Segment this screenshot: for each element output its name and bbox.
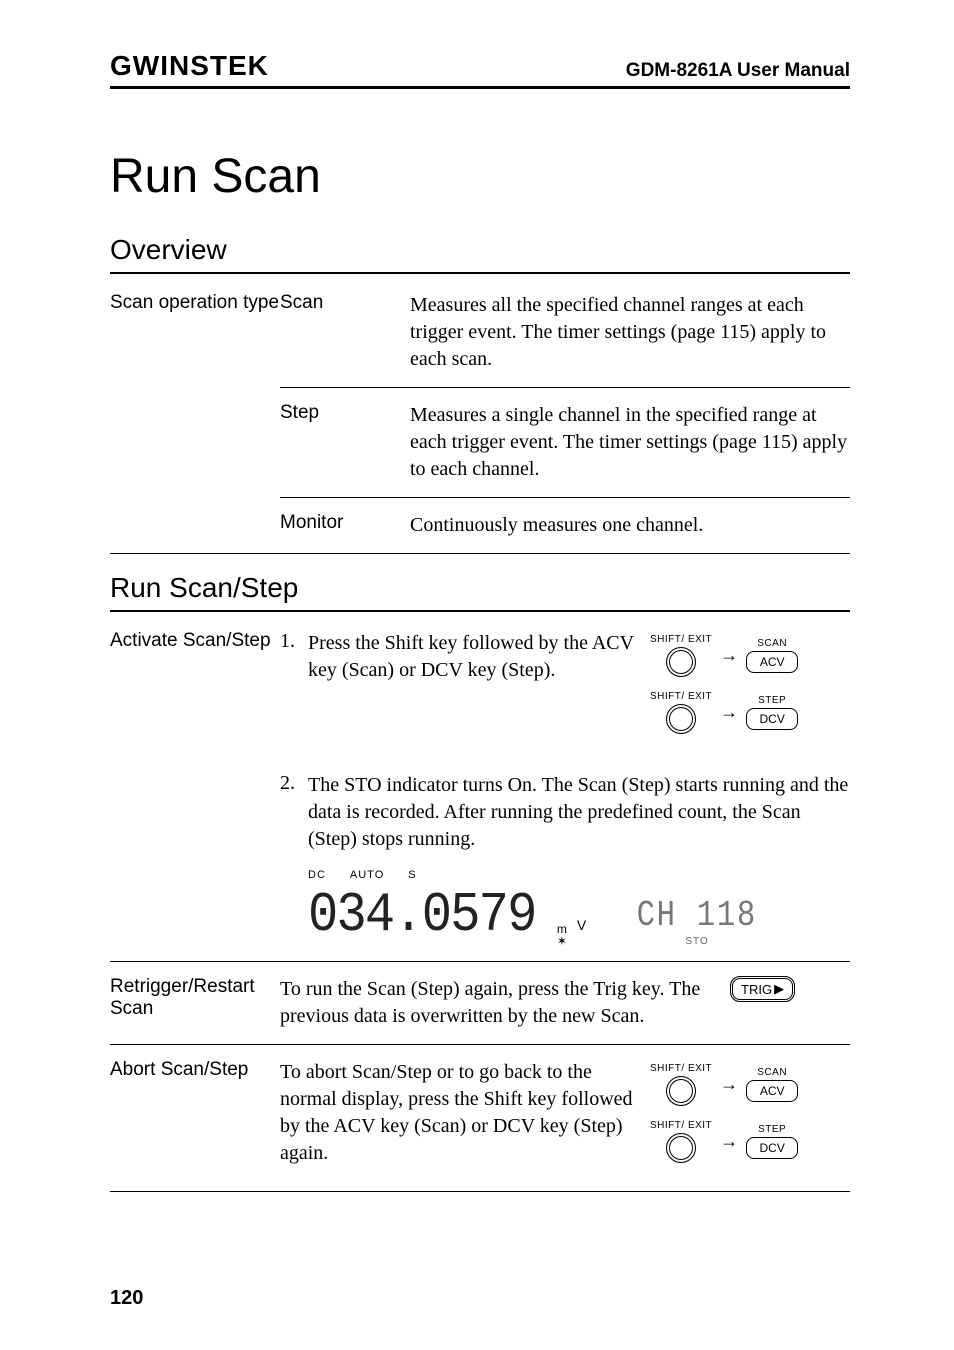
shift-label-2: SHIFT/ EXIT [650, 691, 712, 702]
arrow-icon-4: → [720, 1131, 738, 1152]
lcd-unit-v: V [577, 917, 586, 933]
trig-label: TRIG [741, 982, 772, 997]
page-title: Run Scan [110, 149, 850, 204]
acv-button-icon: ACV [746, 651, 798, 673]
lcd-auto-indicator: AUTO [350, 869, 384, 881]
play-icon: ▶ [774, 981, 784, 997]
step1-number: 1. [280, 630, 308, 653]
overview-heading: Overview [110, 234, 850, 274]
abort-text: To abort Scan/Step or to go back to the … [280, 1059, 650, 1167]
lcd-sto-indicator: STO [685, 936, 708, 947]
arrow-icon: → [720, 645, 738, 666]
shift-button-icon-3 [666, 1076, 696, 1106]
arrow-icon-3: → [720, 1074, 738, 1095]
step-desc: Measures a single channel in the specifi… [410, 402, 850, 483]
shift-label-1: SHIFT/ EXIT [650, 634, 712, 645]
scan-op-type-label: Scan operation type [110, 292, 280, 314]
lcd-dc-indicator: DC [308, 869, 326, 881]
step2-number: 2. [280, 772, 308, 795]
retrigger-label: Retrigger/Restart Scan [110, 976, 280, 1020]
step2-text: The STO indicator turns On. The Scan (St… [308, 772, 850, 853]
lcd-secondary-reading: CH 118 [637, 895, 757, 936]
step-label-1: STEP [758, 695, 786, 706]
step-label-2: STEP [758, 1124, 786, 1135]
runscan-heading: Run Scan/Step [110, 572, 850, 612]
acv-button-icon-2: ACV [746, 1080, 798, 1102]
shift-button-icon-2 [666, 704, 696, 734]
scan-desc: Measures all the specified channel range… [410, 292, 850, 373]
lcd-s-indicator: S [408, 869, 416, 881]
shift-label-4: SHIFT/ EXIT [650, 1120, 712, 1131]
scan-label-1: SCAN [757, 638, 787, 649]
lcd-display: DC AUTO S 034.0579 m ✶ V CH 118 [280, 865, 850, 947]
activate-label: Activate Scan/Step [110, 630, 280, 652]
brand-logo: GWINSTEK [110, 50, 269, 82]
page-number: 120 [110, 1287, 143, 1310]
lcd-star-icon: ✶ [557, 935, 567, 947]
arrow-icon-2: → [720, 702, 738, 723]
shift-label-3: SHIFT/ EXIT [650, 1063, 712, 1074]
abort-label: Abort Scan/Step [110, 1059, 280, 1081]
monitor-desc: Continuously measures one channel. [410, 512, 850, 539]
scan-key: Scan [280, 292, 410, 314]
dcv-button-icon: DCV [746, 708, 798, 730]
shift-button-icon [666, 647, 696, 677]
step1-text: Press the Shift key followed by the ACV … [308, 630, 650, 684]
monitor-key: Monitor [280, 512, 410, 534]
trig-button-icon: TRIG▶ [730, 976, 795, 1002]
step-key: Step [280, 402, 410, 424]
retrigger-text: To run the Scan (Step) again, press the … [280, 976, 730, 1030]
scan-label-2: SCAN [757, 1067, 787, 1078]
shift-button-icon-4 [666, 1133, 696, 1163]
manual-title: GDM-8261A User Manual [626, 60, 850, 82]
dcv-button-icon-2: DCV [746, 1137, 798, 1159]
lcd-main-reading: 034.0579 [308, 883, 536, 947]
